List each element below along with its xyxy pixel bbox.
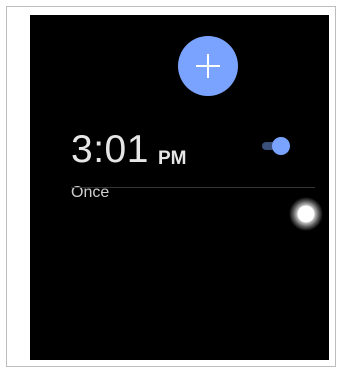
toggle-thumb: [272, 137, 290, 155]
alarm-enabled-toggle[interactable]: [262, 137, 290, 155]
add-alarm-button[interactable]: [178, 36, 238, 96]
alarm-item[interactable]: 3:01 PM Once: [30, 115, 329, 205]
side-button-indicator[interactable]: [289, 197, 323, 231]
alarm-time: 3:01: [71, 128, 149, 171]
plus-icon: [194, 52, 222, 80]
watch-screen: 3:01 PM Once: [30, 15, 329, 360]
alarm-divider: [71, 187, 315, 188]
alarm-ampm: PM: [158, 148, 187, 169]
